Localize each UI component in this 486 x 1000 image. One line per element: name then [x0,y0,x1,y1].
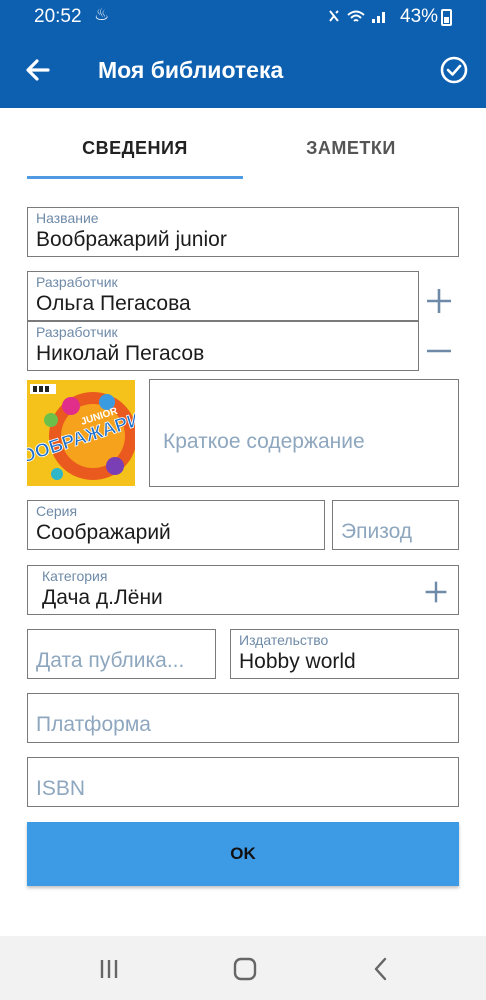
summary-field[interactable]: Краткое содержание [149,379,459,487]
publisher-label: Издательство [239,632,329,648]
cover-art: ВООБРАЖАРИЙ JUNIOR [27,380,135,486]
name-field[interactable]: Название Воображарий junior [27,207,459,257]
episode-field[interactable]: Эпизод [332,500,459,550]
back-nav-icon[interactable] [366,954,396,984]
status-time: 20:52 [34,6,82,27]
add-category-icon[interactable] [423,579,449,605]
series-value: Соображарий [36,521,171,544]
developer-field-1[interactable]: Разработчик Ольга Пегасова [27,271,419,321]
developer-value-1: Ольга Пегасова [36,292,191,315]
publish-date-placeholder: Дата публика... [36,649,185,672]
developer-label-1: Разработчик [36,274,118,290]
tab-details[interactable]: СВЕДЕНИЯ [27,118,243,180]
system-nav-bar [0,936,486,1000]
app-bar: Моя библиотека [0,32,486,108]
category-value: Дача д.Лёни [42,586,163,609]
platform-field[interactable]: Платформа [27,693,459,743]
name-label: Название [36,210,99,226]
platform-placeholder: Платформа [36,713,151,736]
developer-field-2[interactable]: Разработчик Николай Пегасов [27,321,419,371]
category-label: Категория [42,568,108,584]
status-bar: 20:52 ♨ 43% [0,0,486,32]
battery-icon [441,9,452,26]
isbn-placeholder: ISBN [36,777,86,800]
summary-placeholder: Краткое содержание [163,430,365,453]
category-field[interactable]: Категория Дача д.Лёни [27,565,459,615]
remove-developer-icon[interactable] [424,336,454,366]
developer-label-2: Разработчик [36,324,118,340]
series-label: Серия [36,503,78,519]
publish-date-field[interactable]: Дата публика... [27,629,216,679]
tab-indicator [27,176,243,179]
publisher-value: Hobby world [239,650,356,673]
cover-image[interactable]: ВООБРАЖАРИЙ JUNIOR [27,380,135,486]
home-icon[interactable] [230,954,260,984]
recent-apps-icon[interactable] [94,954,124,984]
system-icons [328,7,392,28]
tab-bar: СВЕДЕНИЯ ЗАМЕТКИ [27,118,459,180]
tab-notes[interactable]: ЗАМЕТКИ [243,118,459,180]
back-arrow-icon[interactable] [22,54,54,86]
check-circle-icon[interactable] [438,54,470,86]
developer-value-2: Николай Пегасов [36,342,205,365]
isbn-field[interactable]: ISBN [27,757,459,807]
ok-button[interactable]: OK [27,822,459,886]
add-developer-icon[interactable] [424,286,454,316]
name-value: Воображарий junior [36,228,227,251]
series-field[interactable]: Серия Соображарий [27,500,325,550]
publisher-field[interactable]: Издательство Hobby world [230,629,459,679]
signal-wifi-icons [329,10,385,23]
episode-placeholder: Эпизод [341,520,413,543]
page-title: Моя библиотека [98,57,284,83]
notification-icon: ♨ [94,5,110,24]
battery-percent: 43% [400,6,439,27]
